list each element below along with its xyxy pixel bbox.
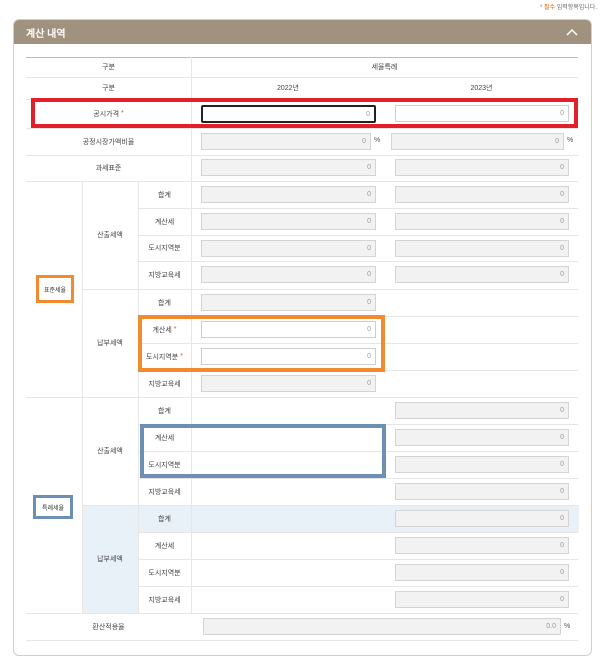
std-calc-edu-2023: 0: [395, 266, 569, 283]
header-year-2022: 2022년: [276, 85, 299, 92]
row-local-edu-label: 지방교육세: [148, 596, 181, 604]
tax-base-label: 과세표준: [95, 165, 122, 172]
divider: [138, 370, 578, 371]
row-urban-area-label: 도시지역분: [148, 461, 181, 469]
header-tax-change: 세율특례: [371, 64, 398, 71]
collapse-button[interactable]: [563, 23, 581, 41]
std-calc-total-2023: 0: [395, 186, 569, 203]
fair-market-ratio-label: 공정시장가액비율: [82, 138, 135, 146]
row-calc-tax-label: 계산세: [154, 542, 175, 550]
row-urban-area-label: 도시지역분: [148, 245, 181, 252]
sp-calc-total-2023: 0: [395, 402, 569, 419]
header-gubun: 구분: [102, 64, 115, 71]
sp-pay-edu-2023: 0: [395, 591, 569, 608]
header-gubun-2: 구분: [102, 85, 115, 92]
std-calc-total-2022: 0: [201, 186, 376, 203]
row-calc-tax-label: 계산세: [154, 218, 175, 226]
divider: [138, 316, 578, 317]
sp-pay-tax-2023: 0: [395, 537, 569, 554]
std-calc-urban-2022: 0: [201, 240, 376, 257]
special-calc-amount-label: 산출세액: [97, 448, 123, 455]
standard-calc-amount-label: 산출세액: [97, 232, 123, 239]
divider: [138, 261, 578, 262]
assessed-price-label: 공시가격 *: [93, 110, 124, 118]
divider: [138, 586, 578, 587]
percent-unit: %: [567, 137, 574, 144]
sp-calc-edu-2023: 0: [395, 483, 569, 500]
percent-unit: %: [564, 623, 571, 630]
required-note: * 필수 입력항목입니다.: [539, 5, 597, 11]
burden-cap-label: 환산적용율: [92, 623, 125, 631]
divider: [138, 478, 578, 479]
divider: [138, 532, 578, 533]
std-pay-urban-2022-input[interactable]: 0: [201, 348, 376, 365]
row-calc-tax-label: 계산세: [154, 434, 175, 442]
panel-title: 계산 내역: [26, 28, 66, 40]
special-rate-label: 특례세율: [33, 495, 73, 519]
std-calc-tax-2023: 0: [395, 213, 569, 230]
row-urban-area-label: 도시지역분 *: [146, 353, 183, 361]
special-payment-amount-label: 납부세액: [97, 556, 123, 563]
percent-unit: %: [374, 137, 381, 144]
std-pay-tax-2022-input[interactable]: 0: [201, 321, 376, 338]
row-total-label: 합계: [158, 407, 171, 415]
ratio-2023-field: 0: [391, 133, 564, 150]
std-calc-tax-2022: 0: [201, 213, 376, 230]
divider: [191, 57, 192, 613]
row-urban-area-label: 도시지역분: [148, 569, 181, 577]
divider: [138, 343, 578, 344]
chevron-up-icon: [566, 28, 578, 36]
row-local-edu-label: 지방교육세: [148, 488, 181, 496]
std-pay-total-2022: 0: [201, 294, 376, 311]
tax-base-2022-field: 0: [201, 159, 376, 176]
sp-calc-urban-2023: 0: [395, 456, 569, 473]
header-year-2023: 2023년: [470, 85, 493, 92]
divider: [138, 208, 578, 209]
tax-base-2023-field: 0: [395, 159, 569, 176]
sp-pay-urban-2023: 0: [395, 564, 569, 581]
divider: [138, 235, 578, 236]
burden-cap-field: 0.0: [203, 618, 561, 635]
standard-payment-amount-label: 납부세액: [97, 340, 123, 347]
assessed-price-2022-input[interactable]: 0: [201, 105, 376, 123]
row-total-label: 합계: [158, 515, 171, 523]
row-local-edu-label: 지방교육세: [148, 380, 181, 388]
ratio-2022-field: 0: [201, 133, 371, 150]
divider: [138, 424, 578, 425]
row-local-edu-label: 지방교육세: [148, 272, 181, 279]
sp-pay-total-2023: 0: [395, 510, 569, 527]
std-pay-edu-2022: 0: [201, 375, 376, 392]
assessed-price-2023-input[interactable]: 0: [395, 105, 569, 122]
row-total-label: 합계: [158, 191, 171, 199]
divider: [138, 451, 578, 452]
row-total-label: 합계: [158, 299, 171, 307]
standard-rate-label: 표준세율: [36, 275, 74, 303]
row-calc-tax-label: 계산세 *: [152, 326, 177, 334]
sp-calc-tax-2023: 0: [395, 429, 569, 446]
std-calc-urban-2023: 0: [395, 240, 569, 257]
divider: [138, 559, 578, 560]
divider: [26, 640, 578, 641]
panel-header: 계산 내역: [14, 20, 591, 44]
std-calc-edu-2022: 0: [201, 266, 376, 283]
